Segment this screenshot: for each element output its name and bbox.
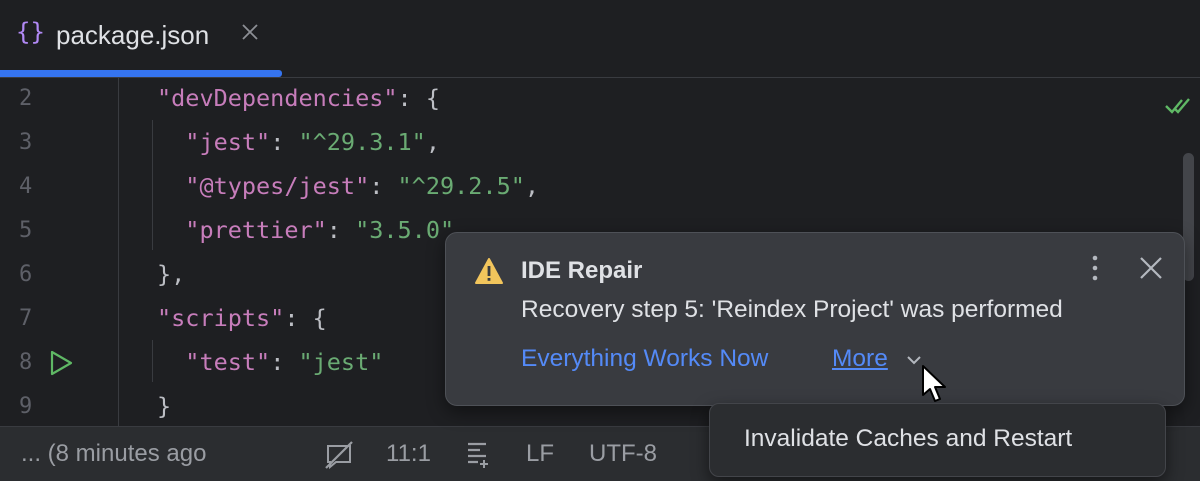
json-key-token: "scripts" bbox=[157, 304, 285, 332]
close-icon[interactable] bbox=[1138, 255, 1164, 281]
punctuation-token: : bbox=[326, 216, 356, 244]
json-key-token: "devDependencies" bbox=[157, 84, 398, 112]
punctuation-token: : { bbox=[284, 304, 327, 332]
json-string-token: "^29.2.5" bbox=[397, 172, 525, 200]
indent-lines-icon[interactable] bbox=[466, 440, 490, 470]
tab-title: package.json bbox=[56, 20, 210, 50]
code-line[interactable]: "scripts": { bbox=[157, 304, 327, 332]
invalidate-caches-menu-item[interactable]: Invalidate Caches and Restart bbox=[744, 425, 1072, 453]
everything-works-now-link[interactable]: Everything Works Now bbox=[521, 345, 768, 373]
line-number: 6 bbox=[19, 262, 33, 287]
no-assistant-icon[interactable] bbox=[322, 438, 356, 472]
file-encoding[interactable]: UTF-8 bbox=[589, 440, 657, 468]
check-icon[interactable] bbox=[1164, 94, 1192, 118]
vcs-status[interactable]: ... (8 minutes ago bbox=[21, 440, 221, 468]
tab-package-json[interactable]: {} package.json bbox=[0, 0, 282, 77]
code-line[interactable]: "@types/jest": "^29.2.5", bbox=[157, 172, 539, 200]
line-number: 3 bbox=[19, 130, 33, 155]
json-key-token: "test" bbox=[157, 348, 271, 376]
editor-tab-bar: {} package.json bbox=[0, 0, 1200, 78]
notification-message: Recovery step 5: 'Reindex Project' was p… bbox=[521, 296, 1063, 323]
mouse-cursor-icon bbox=[922, 365, 946, 402]
json-key-token: "@types/jest" bbox=[157, 172, 370, 200]
indent-guide bbox=[152, 340, 153, 382]
json-file-icon: {} bbox=[16, 18, 45, 46]
line-number: 4 bbox=[19, 174, 33, 199]
indent-guide bbox=[118, 78, 119, 426]
code-line[interactable]: "test": "jest" bbox=[157, 348, 383, 376]
run-script-icon[interactable] bbox=[47, 349, 75, 377]
code-line[interactable]: "devDependencies": { bbox=[157, 84, 440, 112]
punctuation-token: , bbox=[425, 128, 440, 156]
line-number: 2 bbox=[19, 86, 33, 111]
indent-guide bbox=[152, 120, 153, 250]
tab-close-icon[interactable] bbox=[240, 22, 260, 42]
notification-balloon: IDE Repair Recovery step 5: 'Reindex Pro… bbox=[445, 232, 1185, 406]
json-string-token: "^29.3.1" bbox=[298, 128, 426, 156]
punctuation-token: : bbox=[270, 348, 299, 376]
line-number: 7 bbox=[19, 306, 33, 331]
code-line[interactable]: "jest": "^29.3.1", bbox=[157, 128, 440, 156]
code-line[interactable]: } bbox=[157, 392, 171, 420]
line-number: 5 bbox=[19, 218, 33, 243]
json-string-token: "jest" bbox=[298, 348, 384, 376]
punctuation-token: : bbox=[270, 128, 299, 156]
more-actions-link[interactable]: More bbox=[832, 345, 888, 373]
punctuation-token: , bbox=[524, 172, 540, 200]
warning-icon bbox=[475, 258, 503, 284]
notification-title: IDE Repair bbox=[521, 257, 643, 284]
punctuation-token: }, bbox=[157, 260, 186, 288]
punctuation-token: : bbox=[369, 172, 398, 200]
active-tab-indicator bbox=[0, 70, 282, 77]
punctuation-token: } bbox=[157, 392, 172, 420]
kebab-menu-icon[interactable] bbox=[1085, 253, 1105, 283]
json-key-token: "jest" bbox=[157, 128, 271, 156]
json-string-token: "3.5.0" bbox=[355, 216, 455, 244]
caret-position[interactable]: 11:1 bbox=[386, 440, 431, 468]
line-separator[interactable]: LF bbox=[526, 440, 554, 468]
line-number: 8 bbox=[19, 350, 33, 375]
json-key-token: "prettier" bbox=[157, 216, 327, 244]
code-line[interactable]: "prettier": "3.5.0" bbox=[157, 216, 454, 244]
line-number: 9 bbox=[19, 394, 33, 419]
more-actions-dropdown: Invalidate Caches and Restart bbox=[709, 403, 1166, 477]
punctuation-token: : { bbox=[397, 84, 440, 112]
code-line[interactable]: }, bbox=[157, 260, 185, 288]
